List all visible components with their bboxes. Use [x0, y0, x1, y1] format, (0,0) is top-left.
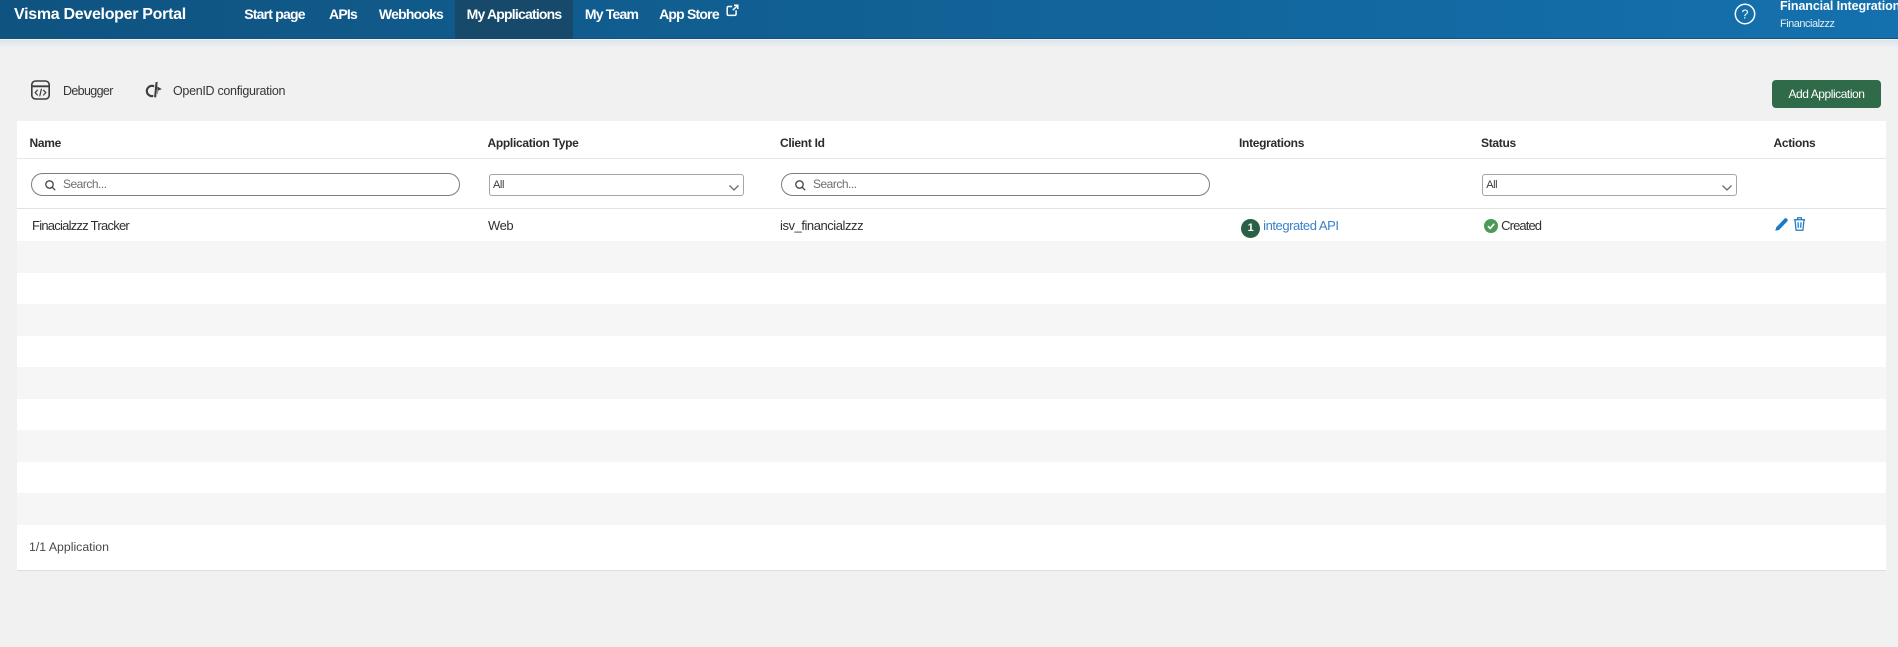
svg-text:?: ?: [1741, 8, 1748, 22]
